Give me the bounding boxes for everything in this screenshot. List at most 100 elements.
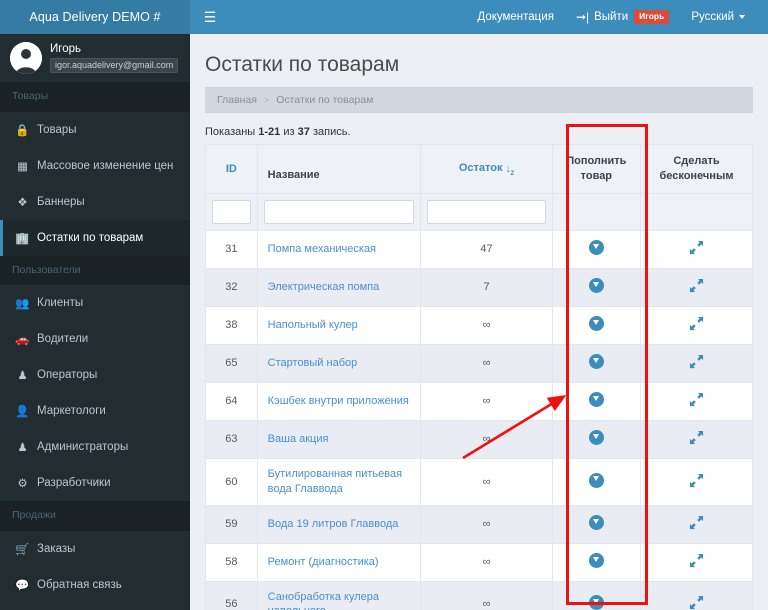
sidebar-user-info: Игорь igor.aquadelivery@gmail.com: [50, 43, 179, 73]
cell-refill: [551, 457, 641, 506]
column-header-name[interactable]: Название: [256, 144, 422, 194]
refill-down-circle-icon[interactable]: [588, 354, 604, 370]
cell-name: Электрическая помпа: [256, 267, 422, 307]
cell-name: Ремонт (диагностика): [256, 542, 422, 582]
product-name-link[interactable]: Санобработка кулера напольного: [268, 590, 415, 610]
table-row: 38 Напольный кулер ∞: [205, 305, 754, 345]
stock-balances-table: ID Название Остаток ↓Z Пополнить товар Сд…: [205, 144, 754, 610]
summary-middle: из: [283, 126, 295, 139]
cell-id: 59: [205, 504, 258, 544]
cell-stock: ∞: [420, 343, 553, 383]
product-name-link[interactable]: Ремонт (диагностика): [268, 555, 415, 570]
sidebar-item-orders[interactable]: 🛒 Заказы: [0, 531, 190, 567]
refill-down-circle-icon[interactable]: [588, 316, 604, 332]
sidebar-item-administrators[interactable]: ♟ Администраторы: [0, 429, 190, 465]
product-name-link[interactable]: Вода 19 литров Главвода: [268, 517, 415, 532]
column-header-stock[interactable]: Остаток ↓Z: [420, 144, 553, 194]
cell-refill: [551, 381, 641, 421]
sort-amount-desc-icon: ↓Z: [505, 163, 515, 177]
product-name-link[interactable]: Электрическая помпа: [268, 280, 415, 295]
cell-id: 38: [205, 305, 258, 345]
table-body: 31 Помпа механическая 47 32 Электрическая по…: [205, 229, 754, 610]
nav-link-logout[interactable]: ➞| Выйти Игорь: [565, 0, 680, 34]
user-avatar-icon: [10, 42, 42, 74]
car-icon: 🚗: [15, 334, 30, 347]
sidebar-item-label: Водители: [37, 333, 89, 346]
expand-arrows-icon[interactable]: [689, 316, 704, 334]
summary-range: 1-21: [258, 126, 281, 139]
expand-arrows-icon[interactable]: [689, 515, 704, 533]
breadcrumb-separator-icon: >: [263, 95, 270, 106]
cell-refill: [551, 229, 641, 269]
sidebar-item-goods[interactable]: 🔒 Товары: [0, 112, 190, 148]
refill-down-circle-icon[interactable]: [588, 595, 604, 610]
expand-arrows-icon[interactable]: [689, 392, 704, 410]
expand-arrows-icon[interactable]: [689, 473, 704, 491]
column-header-infinite: Сделать бесконечным: [639, 144, 754, 194]
cell-infinite: [639, 419, 754, 459]
nav-link-documentation[interactable]: Документация: [466, 0, 565, 34]
expand-arrows-icon[interactable]: [689, 430, 704, 448]
sidebar-toggle-button[interactable]: ☰: [190, 0, 230, 34]
expand-arrows-icon[interactable]: [689, 553, 704, 571]
users-icon: 👥: [15, 298, 30, 311]
sidebar-item-stock-balances[interactable]: 🏢 Остатки по товарам: [0, 219, 190, 256]
refill-down-circle-icon[interactable]: [588, 278, 604, 294]
filter-cell-id: [205, 192, 258, 231]
product-name-link[interactable]: Бутилированная питьевая вода Главвода: [268, 467, 415, 497]
sidebar-item-developers[interactable]: ⚙ Разработчики: [0, 465, 190, 501]
refill-down-circle-icon[interactable]: [588, 240, 604, 256]
product-name-link[interactable]: Стартовый набор: [268, 356, 415, 371]
sidebar-user-name: Игорь: [50, 43, 81, 56]
sidebar-item-banners[interactable]: ❖ Баннеры: [0, 184, 190, 220]
cell-id: 63: [205, 419, 258, 459]
cell-infinite: [639, 457, 754, 506]
sidebar-item-clients[interactable]: 👥 Клиенты: [0, 285, 190, 321]
cell-infinite: [639, 381, 754, 421]
brand-logo[interactable]: Aqua Delivery DEMO #: [0, 0, 190, 34]
sidebar-user-panel[interactable]: Игорь igor.aquadelivery@gmail.com: [0, 34, 190, 82]
sign-out-icon: ➞|: [575, 10, 590, 24]
expand-arrows-icon[interactable]: [689, 240, 704, 258]
product-name-link[interactable]: Напольный кулер: [268, 318, 415, 333]
refill-down-circle-icon[interactable]: [588, 515, 604, 531]
filter-input-stock[interactable]: [427, 199, 546, 224]
code-icon: ⚙: [17, 478, 28, 491]
logout-label: Выйти: [594, 11, 629, 23]
table-row: 59 Вода 19 литров Главвода ∞: [205, 504, 754, 544]
cell-stock: ∞: [420, 305, 553, 345]
refill-down-circle-icon[interactable]: [588, 553, 604, 569]
language-label: Русский: [691, 11, 734, 23]
expand-arrows-icon[interactable]: [689, 354, 704, 372]
refill-down-circle-icon[interactable]: [588, 392, 604, 408]
cell-name: Санобработка кулера напольного: [256, 580, 422, 610]
sidebar-item-operators[interactable]: ♟ Операторы: [0, 357, 190, 393]
sidebar-item-mass-price-change[interactable]: ▦ Массовое изменение цен: [0, 148, 190, 184]
product-name-link[interactable]: Помпа механическая: [268, 242, 415, 257]
product-name-link[interactable]: Кэшбек внутри приложения: [268, 394, 415, 409]
sidebar-item-label: Маркетологи: [37, 405, 106, 418]
sidebar-item-label: Операторы: [37, 369, 98, 382]
filter-input-name[interactable]: [263, 199, 415, 224]
chevron-down-icon: [739, 15, 745, 19]
sidebar-item-label: Баннеры: [37, 195, 85, 208]
summary-suffix: запись.: [312, 126, 351, 139]
nav-link-language[interactable]: Русский: [680, 0, 756, 34]
product-name-link[interactable]: Ваша акция: [268, 432, 415, 447]
cell-infinite: [639, 305, 754, 345]
warehouse-icon: 🏢: [15, 232, 30, 245]
expand-arrows-icon[interactable]: [689, 278, 704, 296]
cell-infinite: [639, 580, 754, 610]
refill-down-circle-icon[interactable]: [588, 430, 604, 446]
breadcrumb-home-link[interactable]: Главная: [217, 94, 257, 106]
column-header-id[interactable]: ID: [205, 144, 258, 194]
sidebar-section-header-goods: Товары: [0, 82, 190, 112]
filter-input-id[interactable]: [212, 199, 251, 224]
cell-id: 32: [205, 267, 258, 307]
sidebar-item-feedback[interactable]: 💬 Обратная связь: [0, 567, 190, 603]
sidebar-item-drivers[interactable]: 🚗 Водители: [0, 321, 190, 357]
refill-down-circle-icon[interactable]: [588, 472, 604, 488]
sidebar-item-marketers[interactable]: 👤 Маркетологи: [0, 393, 190, 429]
expand-arrows-icon[interactable]: [689, 595, 704, 610]
cell-stock: ∞: [420, 542, 553, 582]
